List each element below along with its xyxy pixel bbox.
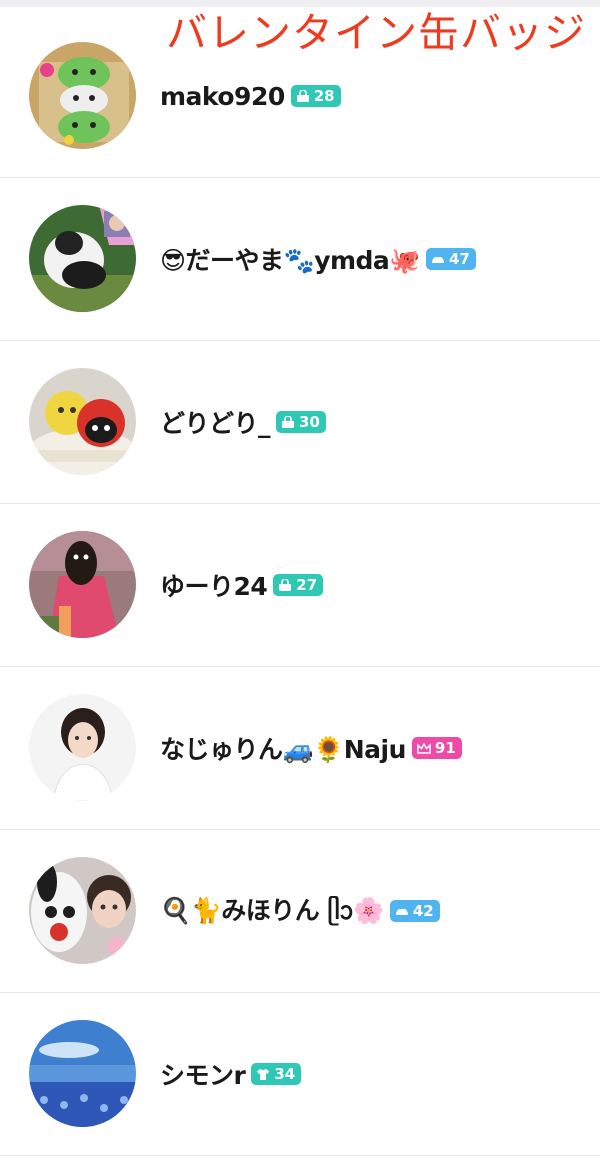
rank-badge: 28 [290,85,341,107]
user-name[interactable]: シモンr [160,1056,246,1092]
rank-badge: 34 [251,1063,302,1085]
overlay-caption: バレンタイン缶バッジ [166,9,586,57]
user-name-line: なじゅりん🚙🌻Naju 91 [160,731,462,765]
badge-count: 28 [313,87,335,105]
avatar[interactable] [29,857,136,964]
user-name-line: どりどり_ 30 [160,405,326,439]
user-name[interactable]: mako920 [160,82,285,111]
user-name-line: ゆーり24 27 [160,567,324,603]
rank-badge: 91 [411,737,462,759]
list-item[interactable]: 😎だーやま🐾ymda🐙 47 [0,178,600,341]
list-item[interactable]: なじゅりん🚙🌻Naju 91 [0,667,600,830]
shirt-icon [256,1068,270,1081]
bag-icon [296,89,310,103]
badge-count: 27 [296,576,318,594]
rank-badge: 30 [276,411,326,433]
avatar[interactable] [29,531,136,638]
rank-badge: 27 [273,574,324,596]
user-name-line: 🍳🐈みほりん ᥫᩣ🌸 42 [160,894,440,928]
user-list: mako920 28 😎だーやま🐾ymda🐙 47 どりどり_ 30 ゆーり24… [0,15,600,1156]
user-name[interactable]: 🍳🐈みほりん ᥫᩣ🌸 [160,891,384,932]
user-name[interactable]: どりどり_ [160,404,271,440]
rank-badge: 42 [389,900,440,922]
list-item[interactable]: 🍳🐈みほりん ᥫᩣ🌸 42 [0,830,600,993]
car-icon [431,253,445,266]
crown-icon [417,741,431,755]
bag-icon [281,415,295,429]
user-name[interactable]: ゆーり24 [160,567,268,603]
avatar[interactable] [29,42,136,149]
avatar[interactable] [29,205,136,312]
user-name[interactable]: なじゅりん🚙🌻Naju [160,730,406,766]
avatar[interactable] [29,1020,136,1127]
user-name-line: mako920 28 [160,79,341,113]
rank-badge: 47 [425,248,476,270]
avatar[interactable] [29,694,136,801]
badge-count: 34 [274,1065,296,1083]
list-item[interactable]: シモンr 34 [0,993,600,1156]
user-name[interactable]: 😎だーやま🐾ymda🐙 [160,241,420,277]
car-icon [395,905,409,918]
user-name-line: 😎だーやま🐾ymda🐙 47 [160,242,476,276]
user-name-line: シモンr 34 [160,1056,302,1092]
list-item[interactable]: ゆーり24 27 [0,504,600,667]
bag-icon [278,578,292,592]
badge-count: 42 [412,902,434,920]
badge-count: 47 [448,250,470,268]
avatar[interactable] [29,368,136,475]
badge-count: 91 [434,739,456,757]
badge-count: 30 [299,413,320,431]
list-item[interactable]: どりどり_ 30 [0,341,600,504]
